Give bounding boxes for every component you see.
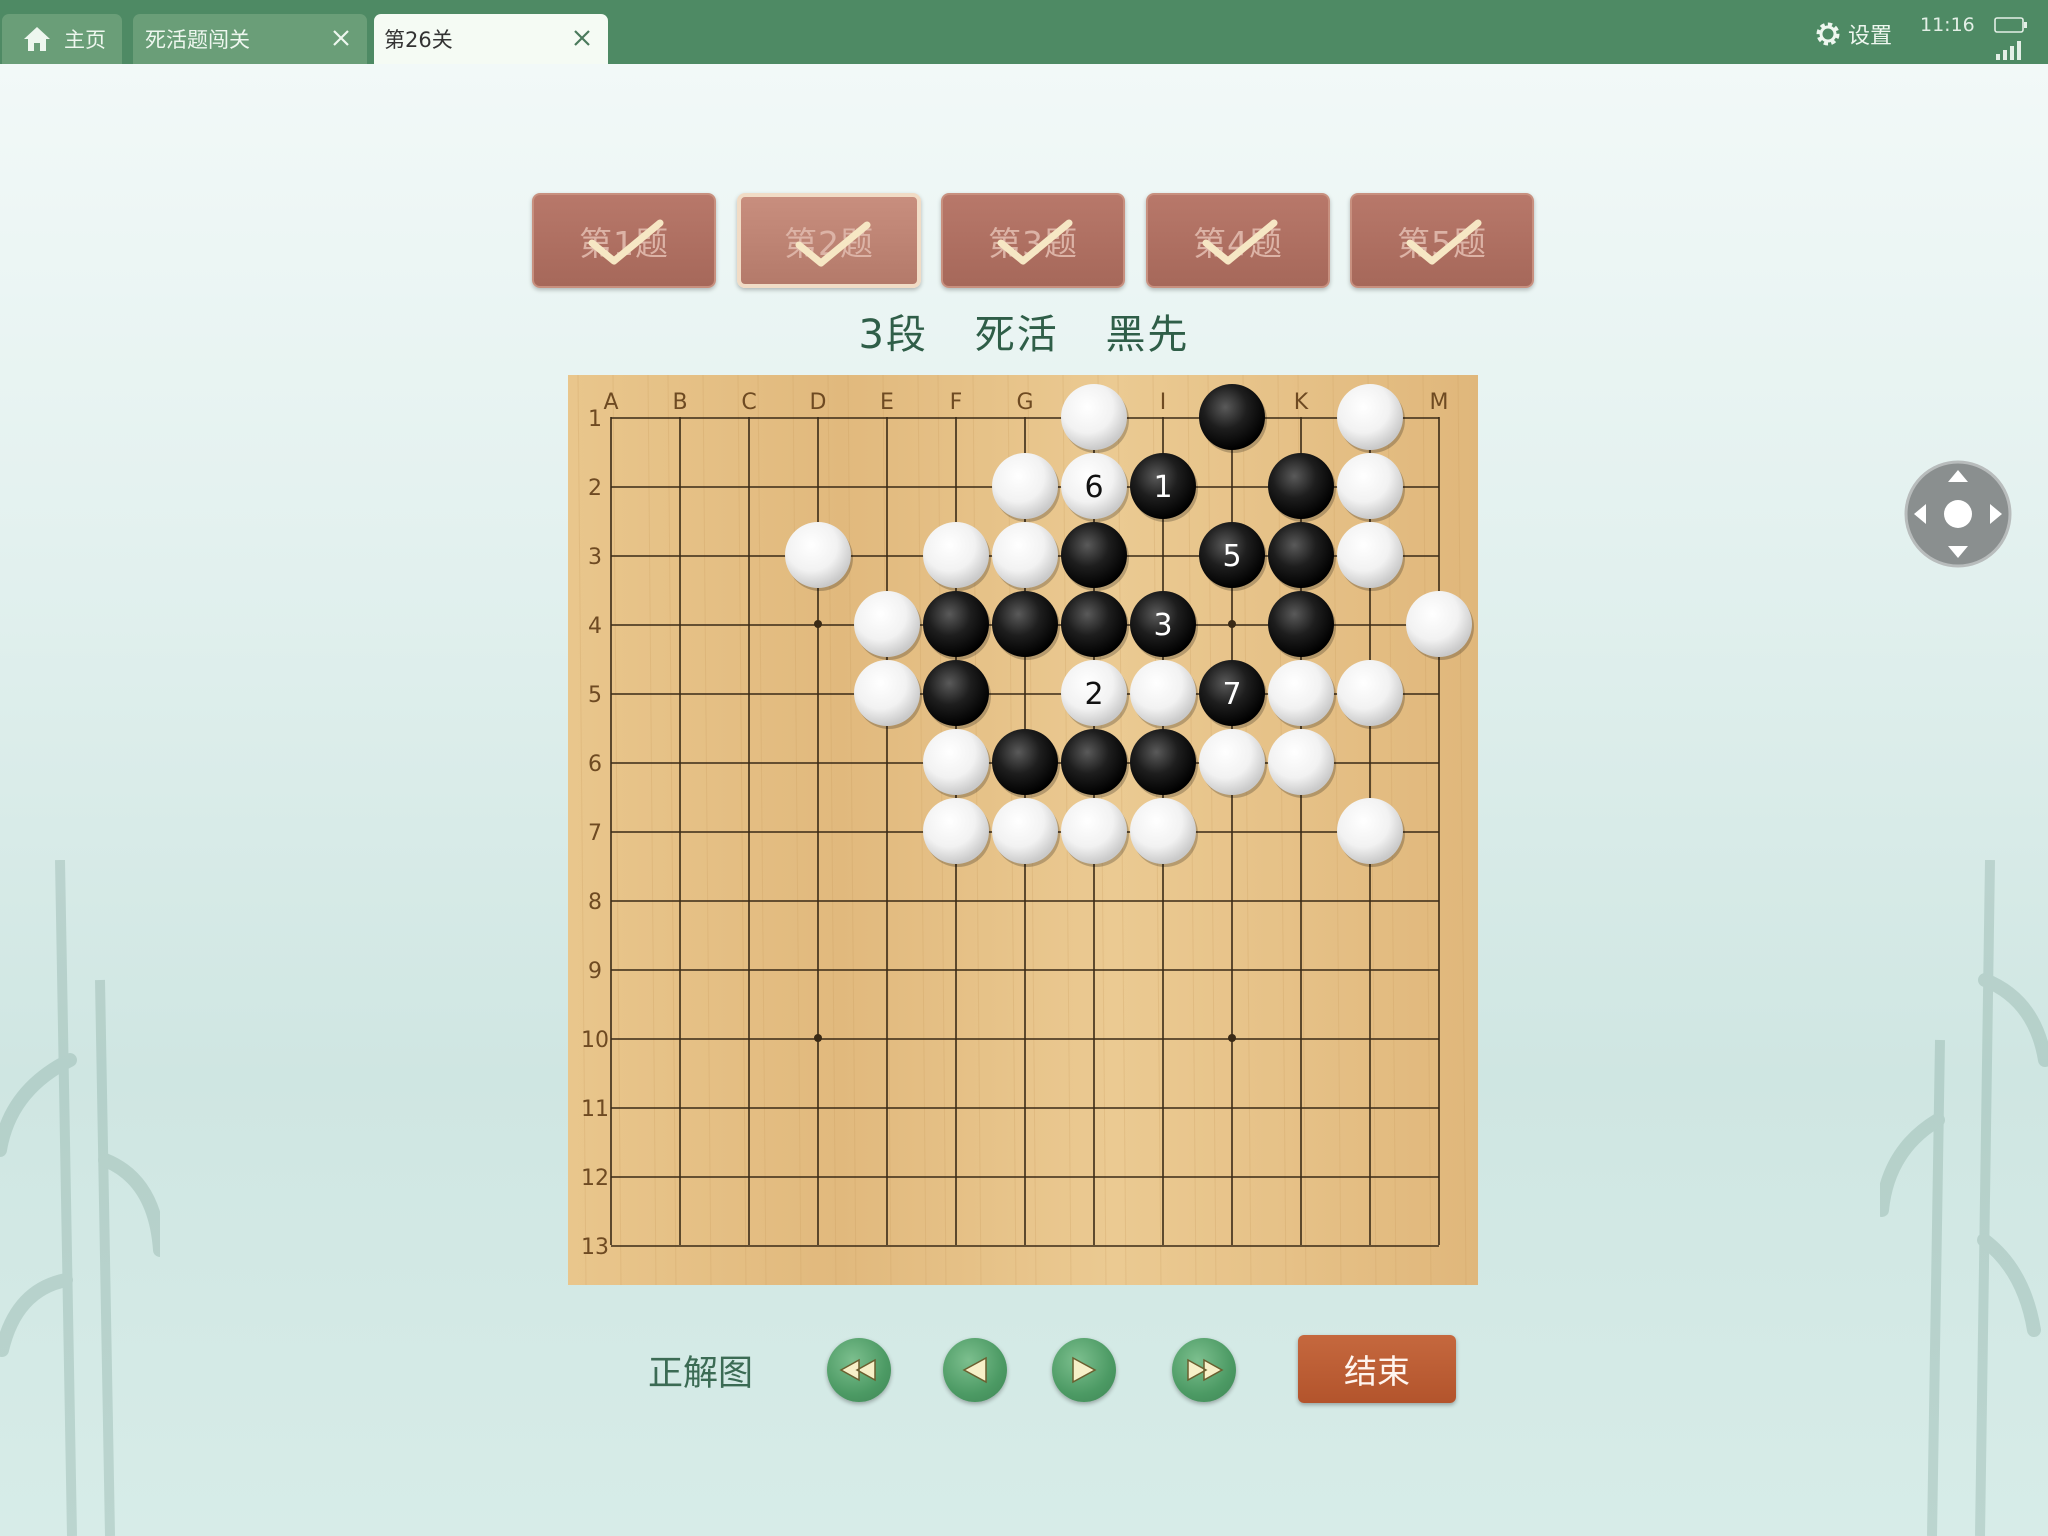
- battery-icon: [1994, 17, 2027, 33]
- play-left-icon: [962, 1356, 987, 1384]
- close-icon[interactable]: [329, 26, 353, 50]
- problem-turn: 黑先: [1105, 312, 1190, 358]
- problem-type: 死活: [974, 312, 1059, 358]
- row-label: 12: [581, 1166, 609, 1191]
- star-point: [1228, 620, 1236, 628]
- move-number: 3: [1153, 608, 1172, 643]
- star-point: [814, 1034, 822, 1042]
- next-move-button[interactable]: [1052, 1338, 1116, 1402]
- col-label: F: [950, 390, 963, 415]
- tab-home-label: 主页: [64, 28, 106, 52]
- problem-button-2[interactable]: 第2题: [737, 193, 921, 288]
- signal-icon: [1996, 41, 2021, 60]
- problem-level: 3段: [858, 312, 928, 358]
- play-right-icon: [1072, 1356, 1097, 1384]
- row-label: 9: [588, 959, 602, 984]
- move-number: 1: [1153, 470, 1172, 505]
- tab-level-26[interactable]: 第26关: [374, 14, 608, 64]
- first-move-button[interactable]: [827, 1338, 891, 1402]
- home-icon: [24, 27, 50, 51]
- fast-forward-icon: [1187, 1358, 1224, 1382]
- checkmark-icon: [1406, 219, 1482, 265]
- bamboo-decoration-right: [1880, 860, 2048, 1536]
- prev-move-button[interactable]: [943, 1338, 1007, 1402]
- move-number: 6: [1084, 470, 1103, 505]
- col-label: A: [603, 390, 618, 415]
- settings-button[interactable]: 设置: [1814, 18, 1892, 50]
- go-board[interactable]: A B C D E F G I K M123456789101112136 1532 7: [568, 375, 1478, 1285]
- last-move-button[interactable]: [1172, 1338, 1236, 1402]
- bamboo-decoration-left: [0, 860, 160, 1536]
- checkmark-icon: [1202, 219, 1278, 265]
- clock: 11:16: [1920, 14, 1975, 36]
- row-label: 13: [581, 1235, 609, 1260]
- col-label: M: [1430, 390, 1449, 415]
- star-point: [1228, 1034, 1236, 1042]
- row-label: 6: [588, 752, 602, 777]
- problem-button-4[interactable]: 第4题: [1146, 193, 1330, 288]
- col-label: C: [741, 390, 756, 415]
- tab-label: 死活题闯关: [145, 28, 250, 52]
- row-label: 3: [588, 545, 602, 570]
- problem-button-3[interactable]: 第3题: [941, 193, 1125, 288]
- move-number: 7: [1222, 677, 1241, 712]
- settings-label: 设置: [1848, 24, 1893, 49]
- row-label: 7: [588, 821, 602, 846]
- top-bar: 主页 死活题闯关 第26关 设置 11:16: [0, 0, 2048, 64]
- col-label: D: [810, 390, 827, 415]
- tab-life-death-challenge[interactable]: 死活题闯关: [133, 14, 367, 64]
- solution-label: 正解图: [648, 1354, 754, 1394]
- col-label: E: [880, 390, 894, 415]
- row-label: 2: [588, 476, 602, 501]
- end-button[interactable]: 结束: [1298, 1335, 1456, 1403]
- col-label: G: [1016, 390, 1033, 415]
- close-icon[interactable]: [570, 26, 594, 50]
- row-label: 11: [581, 1097, 609, 1122]
- move-number: 2: [1084, 677, 1103, 712]
- row-label: 8: [588, 890, 602, 915]
- problem-button-5[interactable]: 第5题: [1350, 193, 1534, 288]
- checkmark-icon: [588, 219, 664, 265]
- row-label: 10: [581, 1028, 609, 1053]
- problem-title: 3段 死活 黑先: [0, 302, 2048, 360]
- tab-home[interactable]: 主页: [2, 14, 122, 64]
- rewind-icon: [839, 1358, 876, 1382]
- col-label: K: [1294, 390, 1309, 415]
- problem-button-1[interactable]: 第1题: [532, 193, 716, 288]
- row-label: 1: [588, 407, 602, 432]
- col-label: B: [672, 390, 687, 415]
- gear-icon: [1816, 22, 1840, 46]
- move-number: 5: [1222, 539, 1241, 574]
- row-label: 5: [588, 683, 602, 708]
- board-pan-control[interactable]: [1904, 460, 2012, 568]
- tab-label: 第26关: [384, 28, 453, 52]
- row-label: 4: [588, 614, 602, 639]
- checkmark-icon: [795, 221, 871, 267]
- star-point: [814, 620, 822, 628]
- col-label: I: [1160, 390, 1167, 415]
- checkmark-icon: [997, 219, 1073, 265]
